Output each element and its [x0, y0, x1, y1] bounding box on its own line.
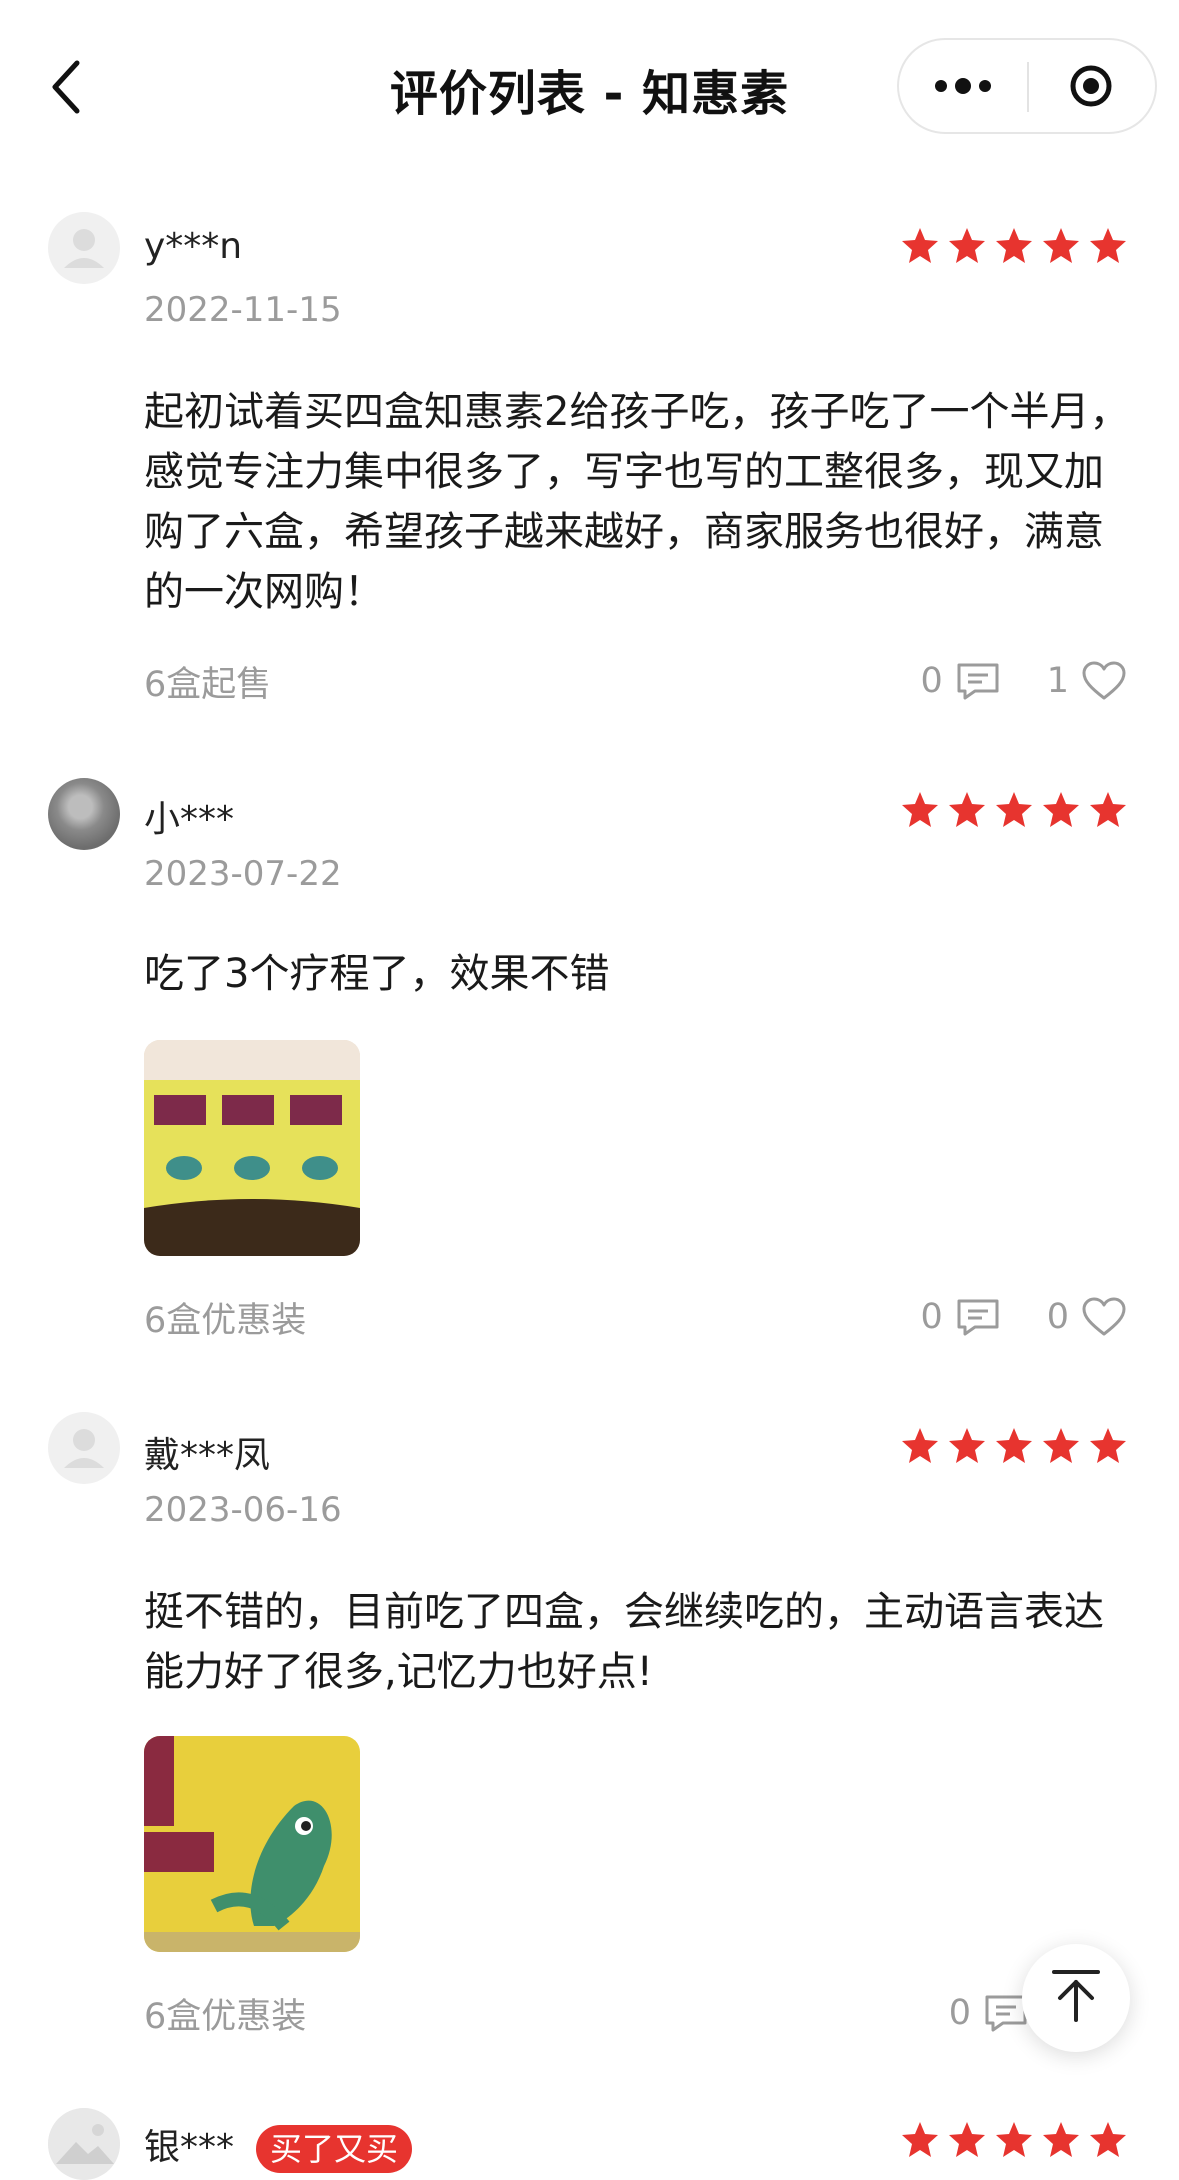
review-photo[interactable]	[144, 1736, 360, 1952]
star-icon	[996, 228, 1032, 263]
star-icon	[1043, 2122, 1079, 2157]
mini-program-capsule	[897, 38, 1157, 134]
review-username: 戴***凤	[144, 1435, 271, 1476]
comment-icon[interactable]	[953, 1292, 1003, 1342]
review-photo[interactable]	[144, 1040, 360, 1256]
review-actions: 0 0	[920, 1292, 1129, 1342]
star-icon	[949, 2122, 985, 2157]
avatar	[48, 1412, 120, 1484]
star-icon	[996, 2122, 1032, 2157]
review-content: 挺不错的，目前吃了四盒，会继续吃的，主动语言表达能力好了很多,记忆力也好点!	[144, 1589, 1104, 1695]
star-icon	[1043, 792, 1079, 827]
review-content: 起初试着买四盒知惠素2给孩子吃，孩子吃了一个半月，感觉专注力集中很多了，写字也写…	[144, 389, 1130, 615]
comment-count: 0	[920, 1297, 943, 1337]
heart-icon[interactable]	[1079, 656, 1129, 706]
star-rating	[900, 1426, 1128, 1466]
star-icon	[1090, 1428, 1126, 1463]
review-username: y***n	[144, 226, 243, 267]
review-date: 2023-06-16	[144, 1490, 342, 1530]
star-icon	[902, 792, 938, 827]
star-icon	[996, 1428, 1032, 1463]
star-icon	[1043, 228, 1079, 263]
review-content: 吃了3个疗程了，效果不错	[144, 951, 610, 997]
review-actions: 0	[949, 1988, 1031, 2038]
comment-icon[interactable]	[953, 656, 1003, 706]
back-to-top-button[interactable]	[1022, 1944, 1130, 2052]
star-icon	[1090, 228, 1126, 263]
repurchase-badge: 买了又买	[256, 2125, 413, 2173]
review-date: 2022-11-15	[144, 290, 342, 330]
star-rating	[900, 226, 1128, 266]
review-username: 银***	[144, 2127, 235, 2168]
avatar	[48, 212, 120, 284]
like-count: 1	[1046, 661, 1069, 701]
review-date: 2023-07-22	[144, 854, 342, 894]
avatar	[48, 778, 120, 850]
star-icon	[1090, 792, 1126, 827]
star-icon	[902, 1428, 938, 1463]
comment-count: 0	[920, 661, 943, 701]
arrow-up-to-top-icon	[1050, 1968, 1102, 2028]
review-username: 小***	[144, 799, 235, 840]
nav-bar: 评价列表 - 知惠素	[0, 0, 1179, 172]
star-icon	[1043, 1428, 1079, 1463]
star-icon	[902, 228, 938, 263]
comment-count: 0	[948, 1993, 971, 2033]
heart-icon[interactable]	[1079, 1292, 1129, 1342]
star-rating	[900, 790, 1128, 830]
star-icon	[949, 228, 985, 263]
more-dots-icon[interactable]	[923, 58, 1003, 114]
purchased-spec: 6盒起售	[144, 665, 272, 705]
star-icon	[949, 1428, 985, 1463]
star-icon	[1090, 2122, 1126, 2157]
purchased-spec: 6盒优惠装	[144, 1301, 307, 1341]
star-icon	[902, 2122, 938, 2157]
like-count: 0	[1046, 1297, 1069, 1337]
star-icon	[949, 792, 985, 827]
review-username-row: 银*** 买了又买	[144, 2118, 413, 2173]
record-target-icon[interactable]	[1051, 58, 1131, 114]
avatar	[48, 2108, 120, 2180]
review-actions: 0 1	[920, 656, 1129, 706]
capsule-divider	[1027, 62, 1029, 112]
star-rating	[900, 2120, 1128, 2160]
purchased-spec: 6盒优惠装	[144, 1997, 307, 2037]
star-icon	[996, 792, 1032, 827]
